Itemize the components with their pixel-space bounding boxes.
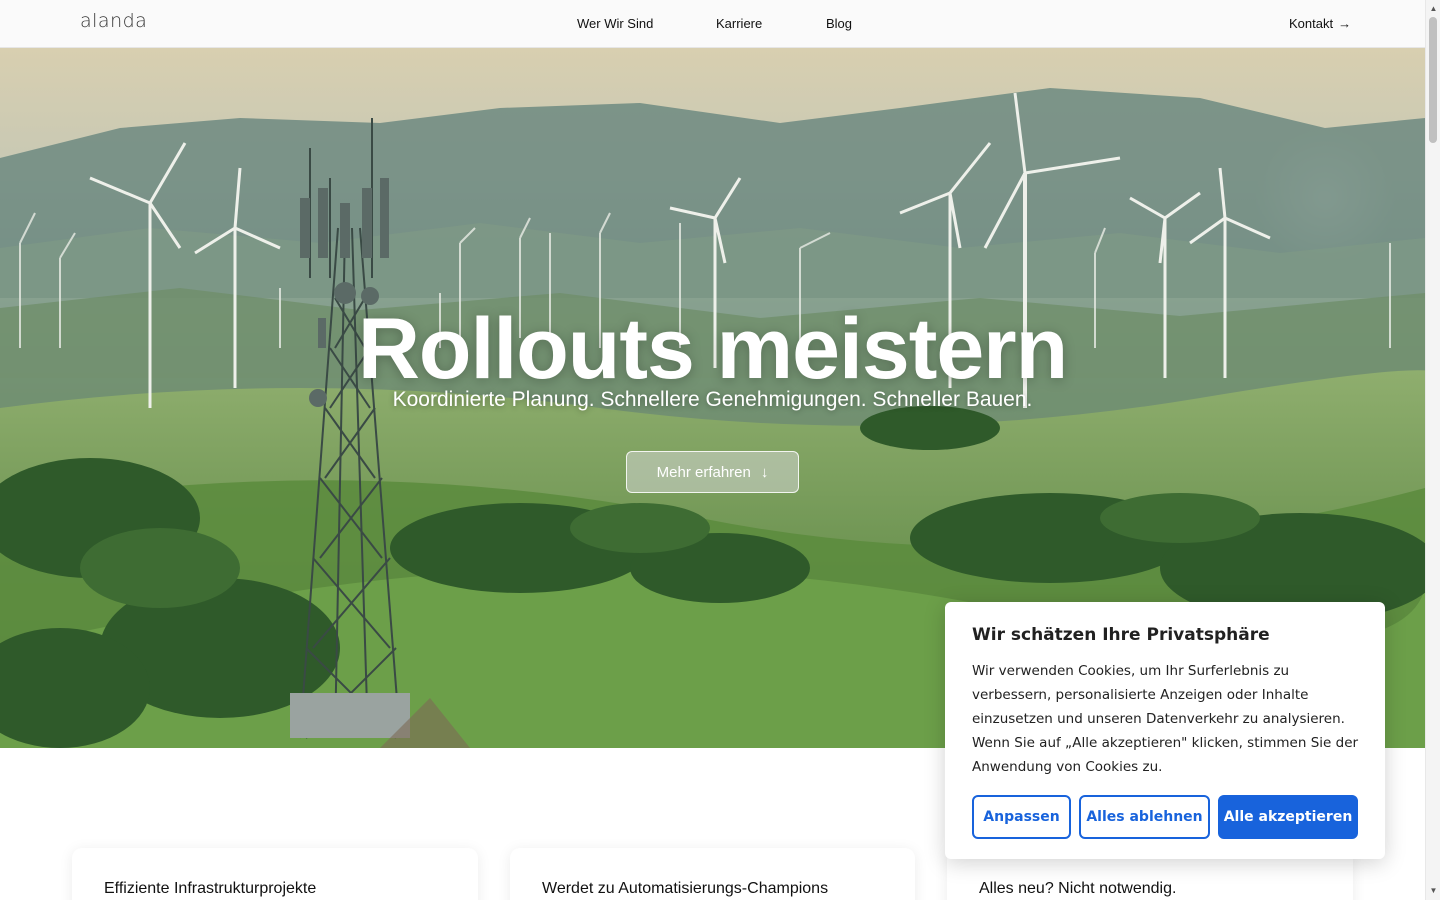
nav-karriere[interactable]: Karriere — [716, 16, 762, 31]
contact-link[interactable]: Kontakt → — [1289, 16, 1351, 31]
scroll-thumb[interactable] — [1429, 17, 1437, 143]
arrow-right-icon: → — [1338, 16, 1352, 31]
cookie-consent-dialog: Wir schätzen Ihre Privatsphäre Wir verwe… — [945, 602, 1385, 859]
page-scrollbar[interactable]: ▲ ▼ — [1425, 0, 1440, 900]
cookie-reject-button[interactable]: Alles ablehnen — [1079, 795, 1210, 839]
feature-card-title: Effiziente Infrastrukturprojekte — [104, 880, 317, 897]
hero-subtitle: Koordinierte Planung. Schnellere Genehmi… — [392, 388, 1033, 411]
cookie-title: Wir schätzen Ihre Privatsphäre — [972, 625, 1270, 645]
logo[interactable]: alanda — [80, 10, 147, 32]
arrow-down-icon: ↓ — [760, 463, 769, 481]
learn-more-button[interactable]: Mehr erfahren ↓ — [626, 451, 799, 493]
cookie-text: Wir verwenden Cookies, um Ihr Surferlebn… — [972, 663, 1359, 775]
feature-card[interactable]: Effiziente Infrastrukturprojekte — [72, 848, 478, 900]
feature-card-title: Alles neu? Nicht notwendig. — [979, 880, 1177, 897]
cookie-customize-button[interactable]: Anpassen — [972, 795, 1071, 839]
scroll-up-icon[interactable]: ▲ — [1426, 2, 1440, 16]
cookie-accept-button[interactable]: Alle akzeptieren — [1218, 795, 1358, 839]
learn-more-label: Mehr erfahren — [656, 463, 751, 481]
site-header: alanda Wer Wir Sind Karriere Blog Kontak… — [0, 0, 1425, 48]
nav-wer-wir-sind[interactable]: Wer Wir Sind — [577, 16, 653, 31]
nav-blog[interactable]: Blog — [826, 16, 852, 31]
contact-label: Kontakt — [1289, 16, 1334, 31]
scroll-down-icon[interactable]: ▼ — [1426, 884, 1440, 898]
feature-card-title: Werdet zu Automatisierungs-Champions — [542, 880, 829, 897]
feature-card[interactable]: Werdet zu Automatisierungs-Champions — [510, 848, 915, 900]
hero-title: Rollouts meistern — [357, 301, 1068, 397]
